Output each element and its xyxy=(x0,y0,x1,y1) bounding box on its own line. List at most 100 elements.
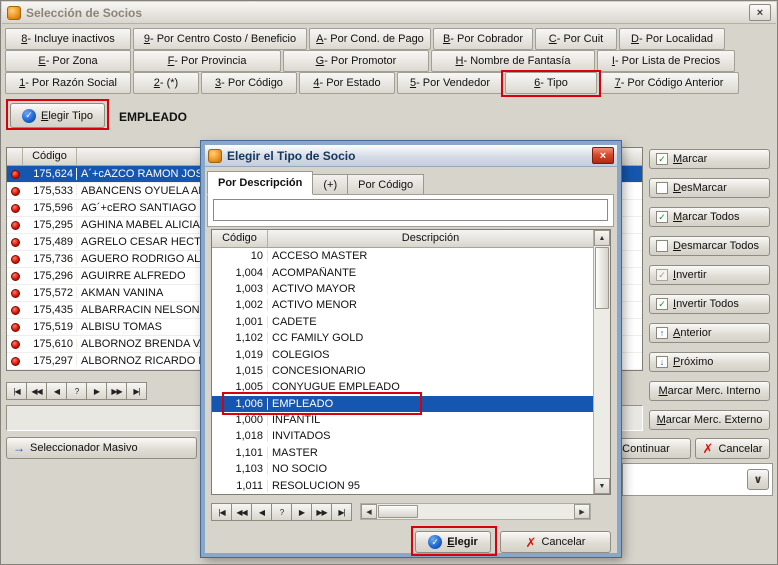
socio-codigo: 175,297 xyxy=(23,355,77,367)
filter-tab[interactable]: B - Por Cobrador xyxy=(433,28,533,50)
filter-tab[interactable]: 4 - Por Estado xyxy=(299,72,395,94)
navigator-button[interactable]: ◀ xyxy=(251,503,272,521)
action-button[interactable]: ↑ Anterior xyxy=(649,323,770,343)
tipo-descripcion: CONCESIONARIO xyxy=(268,365,593,377)
tipo-row[interactable]: 1,002 ACTIVO MENOR xyxy=(212,297,593,313)
filter-tab[interactable]: 1 - Por Razón Social xyxy=(5,72,131,94)
horizontal-scrollbar[interactable]: ◀ ▶ xyxy=(360,503,591,520)
navigator-button[interactable]: |◀ xyxy=(211,503,232,521)
cancelar-button[interactable]: ✗ Cancelar xyxy=(695,438,770,459)
dialog-tab[interactable]: Por Código xyxy=(347,174,424,195)
tipo-row[interactable]: 1,005 CONYUGUE EMPLEADO xyxy=(212,379,593,395)
grid-header-codigo[interactable]: Código xyxy=(23,148,77,165)
navigator-button[interactable]: ▶| xyxy=(126,382,147,400)
elegir-button[interactable]: ✓ Elegir xyxy=(415,531,491,553)
vertical-scrollbar[interactable]: ▲ ▼ xyxy=(593,230,610,494)
tipo-descripcion: ACTIVO MENOR xyxy=(268,299,593,311)
tipo-row[interactable]: 1,102 CC FAMILY GOLD xyxy=(212,330,593,346)
action-button[interactable]: ✓ Invertir xyxy=(649,265,770,285)
elegir-tipo-label: Elegir Tipo xyxy=(41,110,93,122)
elegir-tipo-dialog: Elegir el Tipo de Socio × Por Descripció… xyxy=(201,141,621,557)
search-input[interactable] xyxy=(213,199,608,221)
tipo-row[interactable]: 1,001 CADETE xyxy=(212,314,593,330)
action-button[interactable]: ↓ Próximo xyxy=(649,352,770,372)
filter-tab[interactable]: F - Por Provincia xyxy=(133,50,281,72)
dialog-tab[interactable]: (+) xyxy=(312,174,348,195)
tipo-row[interactable]: 1,103 NO SOCIO xyxy=(212,461,593,477)
hscrollbar-track[interactable] xyxy=(419,504,574,519)
tipo-row[interactable]: 1,015 CONCESIONARIO xyxy=(212,363,593,379)
filter-tab[interactable]: 8 - Incluye inactivos xyxy=(5,28,131,50)
socio-codigo: 175,519 xyxy=(23,321,77,333)
action-button[interactable]: Desmarcar Todos xyxy=(649,236,770,256)
action-button[interactable]: DesMarcar xyxy=(649,178,770,198)
navigator-button[interactable]: ▶▶ xyxy=(106,382,127,400)
tipo-descripcion: ACCESO MASTER xyxy=(268,250,593,262)
scrollbar-thumb[interactable] xyxy=(595,247,609,309)
dialog-cancelar-button[interactable]: ✗ Cancelar xyxy=(500,531,611,553)
hscrollbar-thumb[interactable] xyxy=(378,505,418,518)
tipo-codigo: 1,018 xyxy=(212,430,268,442)
tipo-row[interactable]: 1,003 ACTIVO MAYOR xyxy=(212,281,593,297)
arrow-up-box-icon: ↑ xyxy=(656,327,668,339)
filter-tab[interactable]: H - Nombre de Fantasía xyxy=(431,50,595,72)
filter-tab[interactable]: 9 - Por Centro Costo / Beneficio xyxy=(133,28,307,50)
tipo-row[interactable]: 1,006 EMPLEADO xyxy=(212,396,593,412)
tipo-row[interactable]: 1,000 INFANTIL xyxy=(212,412,593,428)
navigator-button[interactable]: ? xyxy=(66,382,87,400)
tipo-descripcion: NO SOCIO xyxy=(268,463,593,475)
action-button[interactable]: ✓ Marcar xyxy=(649,149,770,169)
scroll-left-icon[interactable]: ◀ xyxy=(361,504,377,519)
navigator-button[interactable]: |◀ xyxy=(6,382,27,400)
tipo-header-descripcion[interactable]: Descripción xyxy=(268,230,593,247)
action-button[interactable]: Marcar Merc. Externo xyxy=(649,410,770,430)
app-icon xyxy=(7,6,21,20)
scrollbar-track[interactable] xyxy=(594,310,610,478)
tipo-descripcion: CC FAMILY GOLD xyxy=(268,332,593,344)
navigator-button[interactable]: ◀ xyxy=(46,382,67,400)
scroll-right-icon[interactable]: ▶ xyxy=(574,504,590,519)
dialog-close-icon[interactable]: × xyxy=(592,147,614,164)
filter-tab[interactable]: 2 - (*) xyxy=(133,72,199,94)
filter-tab[interactable]: 5 - Por Vendedor xyxy=(397,72,503,94)
filter-tab[interactable]: 7 - Por Código Anterior xyxy=(599,72,739,94)
navigator-button[interactable]: ? xyxy=(271,503,292,521)
tipo-descripcion: RESOLUCION 95 xyxy=(268,480,593,492)
navigator-button[interactable]: ◀◀ xyxy=(231,503,252,521)
dialog-tab[interactable]: Por Descripción xyxy=(207,171,313,195)
record-dot-icon xyxy=(11,357,20,366)
scroll-down-icon[interactable]: ▼ xyxy=(594,478,610,494)
dropdown-button[interactable]: ∨ xyxy=(747,469,769,490)
row-indicator xyxy=(7,238,23,247)
socio-codigo: 175,624 xyxy=(23,168,77,180)
navigator-button[interactable]: ▶ xyxy=(291,503,312,521)
action-button[interactable]: ✓ Marcar Todos xyxy=(649,207,770,227)
navigator-button[interactable]: ▶| xyxy=(331,503,352,521)
filter-tab[interactable]: E - Por Zona xyxy=(5,50,131,72)
filter-tab[interactable]: C - Por Cuit xyxy=(535,28,617,50)
filter-tab[interactable]: I - Por Lista de Precios xyxy=(597,50,735,72)
tipo-row[interactable]: 1,018 INVITADOS xyxy=(212,428,593,444)
tipo-row[interactable]: 1,019 COLEGIOS xyxy=(212,346,593,362)
filter-tab[interactable]: 6 - Tipo xyxy=(505,72,597,94)
filter-tab[interactable]: D - Por Localidad xyxy=(619,28,725,50)
scroll-up-icon[interactable]: ▲ xyxy=(594,230,610,246)
tipo-row[interactable]: 10 ACCESO MASTER xyxy=(212,248,593,264)
tipo-descripcion: ACOMPAÑANTE xyxy=(268,267,593,279)
elegir-tipo-button[interactable]: ✓ Elegir Tipo xyxy=(10,103,105,128)
navigator-button[interactable]: ▶▶ xyxy=(311,503,332,521)
tipo-row[interactable]: 1,101 MASTER xyxy=(212,445,593,461)
close-icon[interactable]: × xyxy=(749,4,771,21)
action-button[interactable]: ✓ Invertir Todos xyxy=(649,294,770,314)
tipo-row[interactable]: 1,011 RESOLUCION 95 xyxy=(212,477,593,493)
filter-tab[interactable]: G - Por Promotor xyxy=(283,50,429,72)
filter-tab[interactable]: A - Por Cond. de Pago xyxy=(309,28,431,50)
navigator-button[interactable]: ◀◀ xyxy=(26,382,47,400)
seleccionador-masivo-button[interactable]: → Seleccionador Masivo xyxy=(6,437,197,459)
filter-tab[interactable]: 3 - Por Código xyxy=(201,72,297,94)
tipo-header-codigo[interactable]: Código xyxy=(212,230,268,247)
action-button[interactable]: Marcar Merc. Interno xyxy=(649,381,770,401)
tipo-grid: Código Descripción 10 ACCESO MASTER 1,00… xyxy=(211,229,611,495)
tipo-row[interactable]: 1,004 ACOMPAÑANTE xyxy=(212,264,593,280)
navigator-button[interactable]: ▶ xyxy=(86,382,107,400)
